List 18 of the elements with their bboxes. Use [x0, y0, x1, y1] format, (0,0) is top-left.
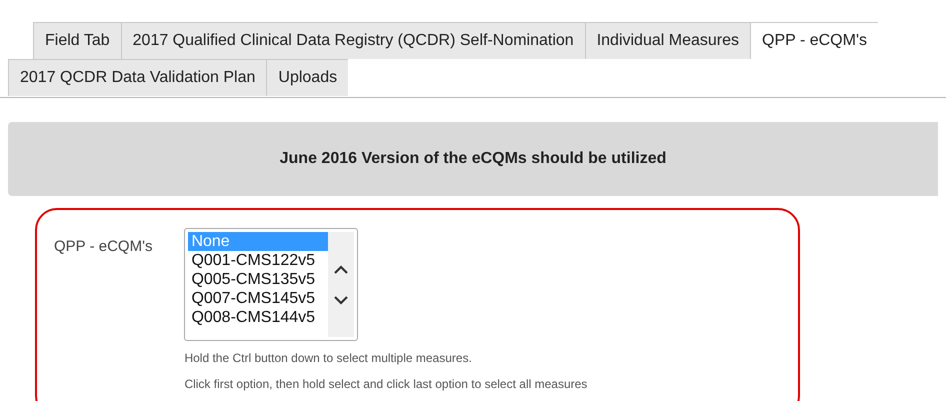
tab[interactable]: Individual Measures	[584, 22, 750, 59]
tab[interactable]: QPP - eCQM's	[750, 22, 878, 59]
tab[interactable]: 2017 Qualified Clinical Data Registry (QCDR) Self-Nomination	[120, 22, 585, 59]
field-label: QPP - eCQM's	[54, 237, 152, 257]
help-text: Click first option, then hold select and click last option to select all measures	[184, 376, 588, 393]
chevron-down-icon[interactable]	[334, 296, 348, 304]
tab[interactable]: Field Tab	[33, 22, 121, 59]
tab[interactable]: Uploads	[266, 59, 348, 96]
tab[interactable]: 2017 QCDR Data Validation Plan	[8, 59, 266, 96]
help-text: Hold the Ctrl button down to select multiple measures.	[184, 350, 473, 367]
list-option[interactable]: Q007-CMS145v5	[188, 289, 328, 308]
notice-banner: June 2016 Version of the eCQMs should be utilized	[8, 122, 938, 196]
scrollbar[interactable]	[328, 232, 354, 337]
list-option[interactable]: Q001-CMS122v5	[188, 251, 328, 270]
chevron-up-icon[interactable]	[334, 264, 348, 274]
measures-listbox[interactable]: None Q001-CMS122v5 Q005-CMS135v5 Q007-CMS145v5 Q008-CMS144v5	[184, 228, 358, 341]
list-option[interactable]: Q005-CMS135v5	[188, 270, 328, 289]
list-option[interactable]: Q008-CMS144v5	[188, 308, 328, 327]
